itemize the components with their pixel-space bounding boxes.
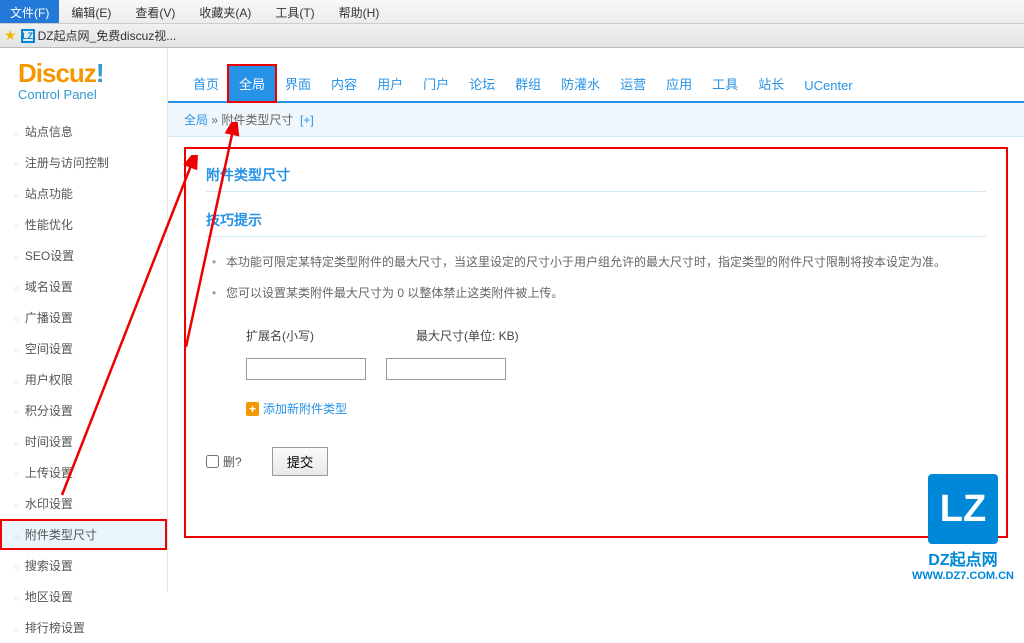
site-favicon-icon: LZ: [21, 29, 35, 43]
submit-button[interactable]: 提交: [272, 447, 329, 476]
watermark-logo-icon: LZ: [928, 474, 998, 544]
sidebar-item[interactable]: 积分设置: [0, 395, 167, 426]
sidebar-list: 站点信息注册与访问控制站点功能性能优化SEO设置域名设置广播设置空间设置用户权限…: [0, 116, 167, 643]
nav-item[interactable]: 全局: [229, 66, 275, 101]
breadcrumb-root[interactable]: 全局: [184, 113, 208, 127]
breadcrumb-plus[interactable]: [+]: [300, 113, 314, 127]
nav-item[interactable]: 界面: [275, 66, 321, 101]
tip-item: 您可以设置某类附件最大尺寸为 0 以整体禁止这类附件被上传。: [206, 278, 986, 309]
nav-item[interactable]: UCenter: [794, 70, 862, 101]
sidebar-item[interactable]: 广播设置: [0, 302, 167, 333]
sidebar-item[interactable]: 水印设置: [0, 488, 167, 519]
sidebar-item[interactable]: 空间设置: [0, 333, 167, 364]
page-title: 附件类型尺寸: [206, 159, 986, 192]
logo-subtitle: Control Panel: [18, 87, 149, 102]
form-headers: 扩展名(小写) 最大尺寸(单位: KB): [246, 327, 986, 344]
sidebar-item[interactable]: 地区设置: [0, 581, 167, 612]
add-new-type-link[interactable]: +添加新附件类型: [246, 400, 986, 417]
menu-help[interactable]: 帮助(H): [327, 0, 392, 23]
menu-view[interactable]: 查看(V): [123, 0, 187, 23]
menu-edit[interactable]: 编辑(E): [59, 0, 123, 23]
sidebar-item[interactable]: 上传设置: [0, 457, 167, 488]
sidebar-item[interactable]: 注册与访问控制: [0, 147, 167, 178]
tips-title: 技巧提示: [206, 204, 986, 237]
sidebar-item[interactable]: 排行榜设置: [0, 612, 167, 643]
nav-item[interactable]: 工具: [702, 66, 748, 101]
sidebar-item[interactable]: 性能优化: [0, 209, 167, 240]
extension-input[interactable]: [246, 358, 366, 380]
max-size-input[interactable]: [386, 358, 506, 380]
nav-item[interactable]: 应用: [656, 66, 702, 101]
menu-file[interactable]: 文件(F): [0, 0, 59, 23]
col-size-label: 最大尺寸(单位: KB): [416, 327, 519, 344]
sidebar-item[interactable]: 搜索设置: [0, 550, 167, 581]
menu-tools[interactable]: 工具(T): [263, 0, 326, 23]
browser-tab-bar: ★ LZ DZ起点网_免费discuz视...: [0, 24, 1024, 48]
sidebar-item[interactable]: 站点功能: [0, 178, 167, 209]
watermark: LZ DZ起点网 WWW.DZ7.COM.CN: [912, 474, 1014, 582]
nav-item[interactable]: 群组: [505, 66, 551, 101]
nav-item[interactable]: 防灌水: [551, 66, 610, 101]
sidebar-item[interactable]: 域名设置: [0, 271, 167, 302]
top-nav: 首页全局界面内容用户门户论坛群组防灌水运营应用工具站长UCenter: [168, 48, 1024, 103]
main-area: 首页全局界面内容用户门户论坛群组防灌水运营应用工具站长UCenter 全局 » …: [168, 48, 1024, 592]
favorite-star-icon[interactable]: ★: [4, 27, 17, 44]
content-panel: 附件类型尺寸 技巧提示 本功能可限定某特定类型附件的最大尺寸，当这里设定的尺寸小…: [184, 147, 1008, 538]
sidebar-item[interactable]: SEO设置: [0, 240, 167, 271]
logo-text: Discuz!: [18, 58, 103, 88]
delete-checkbox[interactable]: [206, 455, 219, 468]
watermark-url: WWW.DZ7.COM.CN: [912, 570, 1014, 582]
form-area: 扩展名(小写) 最大尺寸(单位: KB) +添加新附件类型 删? 提交: [206, 327, 986, 476]
sidebar-item[interactable]: 附件类型尺寸: [0, 519, 167, 550]
delete-checkbox-label[interactable]: 删?: [206, 453, 242, 470]
tips-list: 本功能可限定某特定类型附件的最大尺寸，当这里设定的尺寸小于用户组允许的最大尺寸时…: [206, 247, 986, 309]
watermark-title: DZ起点网: [912, 546, 1014, 570]
sidebar: Discuz! Control Panel 站点信息注册与访问控制站点功能性能优…: [0, 48, 168, 592]
browser-menu-bar: 文件(F) 编辑(E) 查看(V) 收藏夹(A) 工具(T) 帮助(H): [0, 0, 1024, 24]
nav-item[interactable]: 运营: [610, 66, 656, 101]
plus-icon: +: [246, 402, 259, 416]
sidebar-item[interactable]: 站点信息: [0, 116, 167, 147]
nav-item[interactable]: 门户: [413, 66, 459, 101]
nav-item[interactable]: 首页: [183, 66, 229, 101]
col-extension-label: 扩展名(小写): [246, 327, 356, 344]
nav-item[interactable]: 内容: [321, 66, 367, 101]
nav-item[interactable]: 论坛: [459, 66, 505, 101]
browser-tab-title[interactable]: DZ起点网_免费discuz视...: [38, 27, 177, 44]
sidebar-item[interactable]: 用户权限: [0, 364, 167, 395]
logo: Discuz! Control Panel: [0, 48, 167, 106]
breadcrumb: 全局 » 附件类型尺寸 [+]: [168, 103, 1024, 137]
tip-item: 本功能可限定某特定类型附件的最大尺寸，当这里设定的尺寸小于用户组允许的最大尺寸时…: [206, 247, 986, 278]
nav-item[interactable]: 用户: [367, 66, 413, 101]
breadcrumb-current: 附件类型尺寸: [221, 113, 293, 127]
sidebar-item[interactable]: 时间设置: [0, 426, 167, 457]
nav-item[interactable]: 站长: [748, 66, 794, 101]
menu-favorites[interactable]: 收藏夹(A): [187, 0, 263, 23]
